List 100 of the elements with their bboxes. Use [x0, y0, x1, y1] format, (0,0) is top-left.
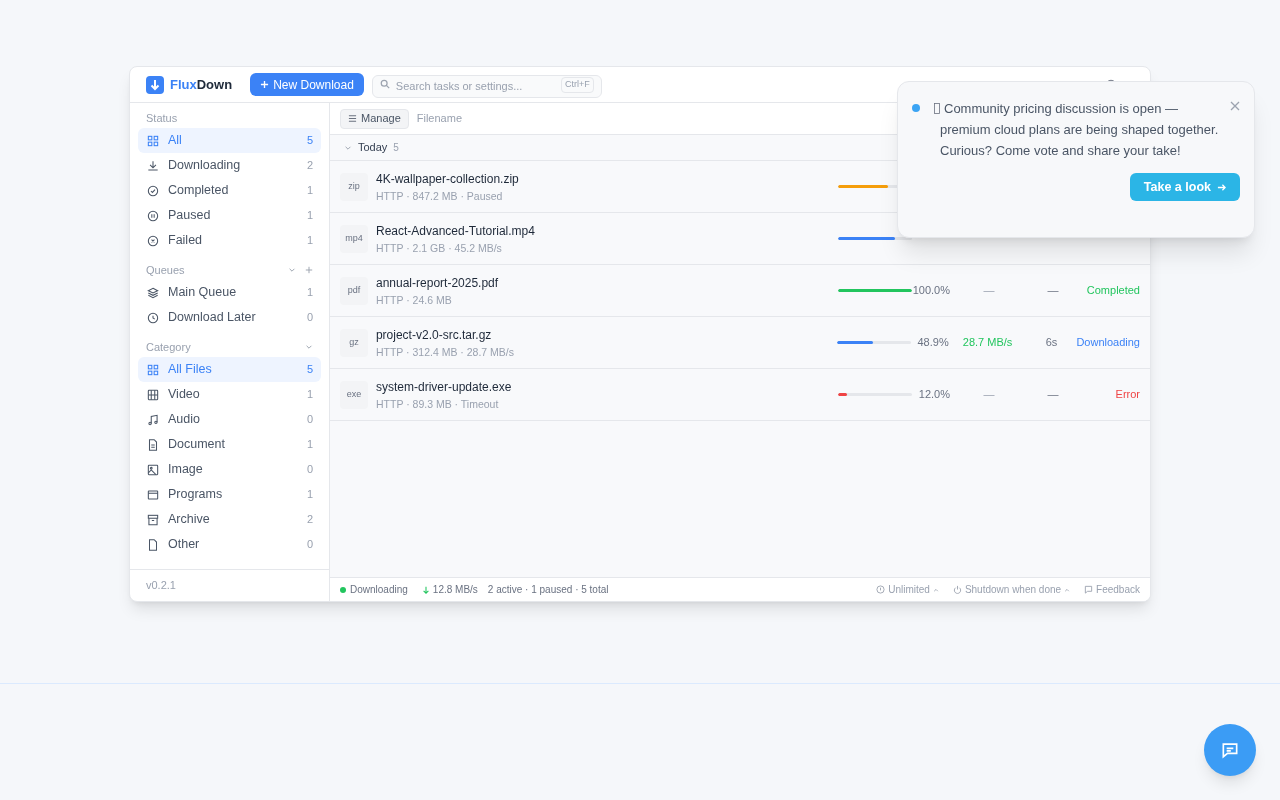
section-heading: Status: [146, 110, 179, 126]
download-row[interactable]: pdf annual-report-2025.pdf HTTP · 24.6 MB 100.0% — — Completed: [330, 265, 1150, 317]
speed-label: 12.8 MB/s: [432, 583, 478, 597]
manage-button[interactable]: Manage: [340, 108, 409, 129]
plus-icon: [260, 80, 270, 89]
file-icon: [146, 537, 160, 552]
file-type-badge: zip: [340, 172, 368, 201]
window-icon: [146, 487, 160, 502]
sidebar-item[interactable]: Image 0: [138, 457, 321, 482]
status-text: Completed: [1086, 284, 1140, 297]
arrow-down-icon: [421, 585, 430, 594]
sidebar-item[interactable]: Video 1: [138, 382, 321, 407]
status-label: Downloading: [350, 583, 408, 597]
eta-text: —: [1047, 388, 1059, 401]
file-name: annual-report-2025.pdf: [376, 274, 500, 291]
percent-text: 12.0%: [918, 388, 950, 401]
file-type-badge: pdf: [340, 276, 368, 305]
item-count: 1: [306, 285, 313, 301]
logo-icon: [146, 75, 164, 94]
sidebar-item[interactable]: Archive 2: [138, 507, 321, 532]
percent-text: 100.0%: [912, 284, 950, 297]
speed-text: —: [983, 388, 995, 401]
file-type-badge: exe: [340, 380, 368, 409]
missing-glyph-icon: [934, 103, 940, 114]
sidebar-item[interactable]: Document 1: [138, 432, 321, 457]
item-count: 2: [306, 158, 313, 174]
file-name: system-driver-update.exe: [376, 378, 513, 395]
speed-text: 28.7 MB/s: [962, 336, 1013, 349]
item-count: 1: [306, 233, 313, 249]
item-count: 1: [306, 437, 313, 453]
eta-text: —: [1047, 284, 1059, 297]
music-note-icon: [146, 412, 160, 427]
sidebar-item[interactable]: All 5: [138, 128, 321, 153]
section-heading: Category: [146, 339, 192, 355]
item-count: 0: [306, 412, 313, 428]
item-count: 1: [306, 487, 313, 503]
item-count: 0: [306, 462, 313, 478]
file-meta: HTTP · 847.2 MB · Paused: [376, 188, 504, 203]
sidebar-item[interactable]: Paused 1: [138, 203, 321, 228]
download-icon: [146, 158, 160, 173]
plus-icon[interactable]: [305, 266, 313, 274]
chevron-up-icon: [932, 586, 939, 593]
item-count: 0: [306, 537, 313, 553]
clock-icon: [146, 310, 160, 325]
download-row[interactable]: gz project-v2.0-src.tar.gz HTTP · 312.4 MB · 28.7 MB/s 48.9% 28.7 MB/s 6s Downloading: [330, 317, 1150, 369]
download-row[interactable]: exe system-driver-update.exe HTTP · 89.3 MB · Timeout 12.0% — — Error: [330, 369, 1150, 421]
shortcut-hint: Ctrl+F: [561, 77, 594, 93]
pause-circle-icon: [146, 208, 160, 223]
chevron-down-icon[interactable]: [305, 343, 313, 351]
sidebar-item[interactable]: Download Later 0: [138, 305, 321, 330]
chat-icon: [1220, 740, 1240, 760]
sidebar-item[interactable]: Failed 1: [138, 228, 321, 253]
file-name: project-v2.0-src.tar.gz: [375, 326, 493, 343]
file-type-badge: gz: [340, 328, 368, 357]
gauge-icon: [876, 585, 886, 594]
percent-text: 48.9%: [917, 336, 949, 349]
film-icon: [146, 387, 160, 402]
image-icon: [146, 462, 160, 477]
search-icon: [379, 79, 390, 89]
grid-icon: [146, 362, 160, 377]
status-text: Downloading: [1076, 336, 1140, 349]
sidebar-item[interactable]: Other 0: [138, 532, 321, 557]
app-logo-text: FluxDown: [170, 75, 233, 94]
chevron-down-icon[interactable]: [288, 266, 296, 274]
sidebar-item[interactable]: Programs 1: [138, 482, 321, 507]
version-label: v0.2.1: [146, 578, 176, 594]
section-heading: Queues: [146, 262, 186, 278]
chat-button[interactable]: [1204, 724, 1256, 776]
chevron-up-icon: [1064, 586, 1071, 593]
message-icon: [1084, 585, 1094, 594]
x-circle-icon: [146, 233, 160, 248]
layers-icon: [146, 285, 160, 300]
check-circle-icon: [146, 183, 160, 198]
sidebar-item[interactable]: Audio 0: [138, 407, 321, 432]
close-icon[interactable]: [1230, 101, 1240, 111]
item-count: 2: [306, 512, 313, 528]
file-name: React-Advanced-Tutorial.mp4: [376, 222, 536, 239]
sidebar-item[interactable]: Main Queue 1: [138, 280, 321, 305]
file-type-badge: mp4: [340, 224, 368, 253]
speed-text: —: [983, 284, 995, 297]
item-count: 0: [306, 310, 313, 326]
list-icon: [348, 114, 357, 123]
new-download-button[interactable]: New Download: [250, 73, 364, 96]
arrow-right-icon: [1217, 182, 1226, 192]
eta-text: 6s: [1045, 336, 1058, 349]
file-meta: HTTP · 2.1 GB · 45.2 MB/s: [376, 240, 503, 255]
item-count: 1: [306, 183, 313, 199]
file-name: 4K-wallpaper-collection.zip: [376, 170, 520, 187]
sidebar-item[interactable]: Downloading 2: [138, 153, 321, 178]
file-meta: HTTP · 24.6 MB: [376, 292, 453, 307]
summary-label: 2 active · 1 paused · 5 total: [487, 583, 609, 597]
item-count: 1: [306, 208, 313, 224]
archive-box-icon: [146, 512, 160, 527]
sidebar-item[interactable]: Completed 1: [138, 178, 321, 203]
column-header: Filename: [416, 111, 462, 127]
item-count: 5: [306, 362, 313, 378]
sidebar-item[interactable]: All Files 5: [138, 357, 321, 382]
status-text: Error: [1115, 388, 1140, 401]
document-icon: [146, 437, 160, 452]
power-icon: [952, 585, 962, 594]
